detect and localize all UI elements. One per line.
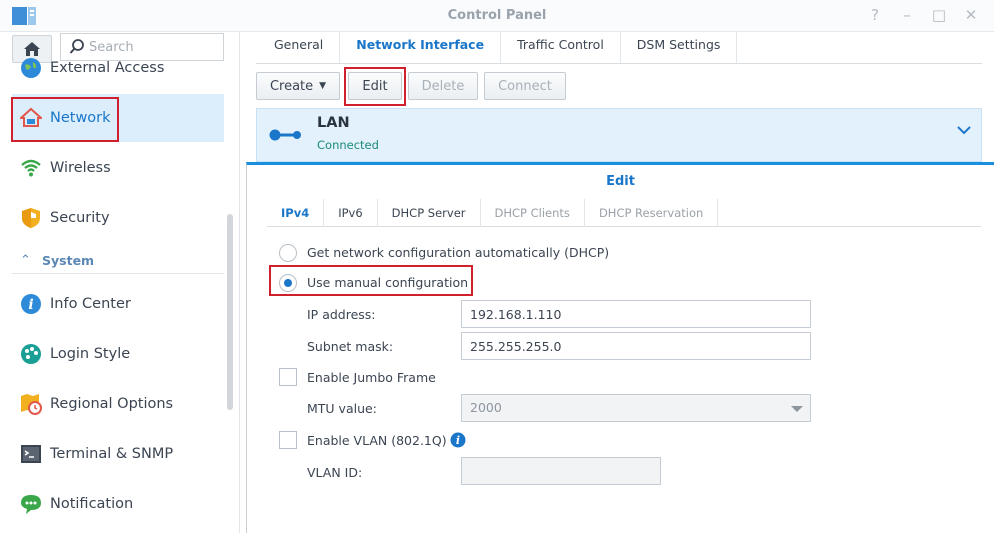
sidebar-item-label: Notification bbox=[50, 496, 134, 512]
sidebar-scrollbar[interactable] bbox=[227, 214, 233, 410]
sidebar-item-label: Security bbox=[50, 210, 110, 226]
tab-ipv4[interactable]: IPv4 bbox=[267, 199, 325, 227]
sidebar-item-label: Wireless bbox=[50, 160, 111, 176]
manual-config-radio[interactable] bbox=[279, 274, 297, 292]
tab-ipv6[interactable]: IPv6 bbox=[324, 199, 378, 227]
sidebar-item-security[interactable]: Security bbox=[12, 194, 224, 242]
edit-button[interactable]: Edit bbox=[348, 72, 402, 100]
minimize-icon[interactable]: – bbox=[898, 6, 916, 24]
vlan-id-input[interactable] bbox=[461, 457, 661, 485]
sidebar-item-login-style[interactable]: Login Style bbox=[12, 330, 224, 378]
lan-interface-row[interactable]: LAN Connected bbox=[256, 108, 982, 162]
section-label: System bbox=[42, 253, 95, 268]
palette-icon bbox=[20, 343, 42, 365]
subnet-mask-input[interactable] bbox=[461, 332, 811, 360]
sidebar-item-network[interactable]: Network bbox=[12, 94, 224, 142]
dhcp-radio[interactable] bbox=[279, 244, 297, 262]
title-bar: Control Panel ? – □ ✕ bbox=[0, 0, 994, 32]
edit-dialog: Edit IPv4 IPv6 DHCP Server DHCP Clients … bbox=[246, 162, 994, 533]
sidebar-item-label: Info Center bbox=[50, 296, 131, 312]
mtu-value-select[interactable]: 2000 bbox=[461, 394, 811, 422]
house-network-icon bbox=[20, 107, 42, 129]
tab-dhcp-server[interactable]: DHCP Server bbox=[378, 199, 481, 227]
sidebar-item-external-access[interactable]: External Access bbox=[12, 44, 224, 92]
chevron-down-icon[interactable] bbox=[957, 125, 971, 135]
maximize-icon[interactable]: □ bbox=[930, 6, 948, 24]
sidebar-item-label: External Access bbox=[50, 60, 165, 76]
vlan-checkbox[interactable] bbox=[279, 431, 297, 449]
tab-general[interactable]: General bbox=[256, 32, 341, 63]
sidebar-item-terminal-snmp[interactable]: Terminal & SNMP bbox=[12, 430, 224, 478]
chat-bubble-icon bbox=[20, 493, 42, 515]
sidebar-item-wireless[interactable]: Wireless bbox=[12, 144, 224, 192]
info-icon: i bbox=[20, 293, 42, 315]
tab-network-interface[interactable]: Network Interface bbox=[340, 32, 502, 63]
jumbo-frame-checkbox[interactable] bbox=[279, 368, 297, 386]
subnet-mask-label: Subnet mask: bbox=[307, 339, 394, 354]
ip-address-input[interactable] bbox=[461, 300, 811, 328]
mtu-value-label: MTU value: bbox=[307, 401, 377, 416]
dialog-tabs: IPv4 IPv6 DHCP Server DHCP Clients DHCP … bbox=[267, 199, 981, 227]
sidebar-item-label: Regional Options bbox=[50, 396, 174, 412]
dialog-title: Edit bbox=[606, 174, 635, 189]
sidebar-item-label: Terminal & SNMP bbox=[50, 446, 174, 462]
sidebar-item-regional-options[interactable]: Regional Options bbox=[12, 380, 224, 428]
help-icon[interactable]: ? bbox=[866, 6, 884, 24]
dhcp-option-label: Get network configuration automatically … bbox=[307, 245, 610, 260]
delete-button[interactable]: Delete bbox=[408, 72, 478, 100]
lan-name: LAN bbox=[317, 115, 350, 131]
tab-dhcp-reservation[interactable]: DHCP Reservation bbox=[585, 199, 719, 227]
create-label: Create bbox=[269, 78, 314, 94]
create-button[interactable]: Create ▼ bbox=[256, 72, 340, 100]
info-icon[interactable]: i bbox=[450, 432, 466, 448]
wifi-icon bbox=[20, 157, 42, 179]
svg-text:i: i bbox=[28, 297, 33, 313]
shield-icon bbox=[20, 207, 42, 229]
lan-status: Connected bbox=[317, 138, 379, 152]
ip-address-label: IP address: bbox=[307, 307, 376, 322]
tab-dsm-settings[interactable]: DSM Settings bbox=[621, 32, 738, 63]
main-tabs: General Network Interface Traffic Contro… bbox=[256, 32, 982, 64]
clock-map-icon bbox=[20, 393, 42, 415]
section-system[interactable]: ⌃ System bbox=[12, 250, 224, 274]
manual-option-label: Use manual configuration bbox=[307, 275, 469, 290]
svg-text:i: i bbox=[456, 434, 460, 447]
jumbo-frame-label: Enable Jumbo Frame bbox=[307, 370, 436, 385]
globe-icon bbox=[20, 57, 42, 79]
sidebar-item-label: Network bbox=[50, 110, 111, 126]
close-icon[interactable]: ✕ bbox=[962, 6, 980, 24]
tab-dhcp-clients[interactable]: DHCP Clients bbox=[481, 199, 585, 227]
sidebar: External Access Network Wireless Securit… bbox=[0, 32, 240, 533]
window-title: Control Panel bbox=[447, 8, 547, 23]
sidebar-item-notification[interactable]: Notification bbox=[12, 480, 224, 528]
vlan-id-label: VLAN ID: bbox=[307, 465, 363, 480]
dropdown-arrow-icon bbox=[791, 406, 803, 412]
sidebar-item-info-center[interactable]: i Info Center bbox=[12, 280, 224, 328]
tab-traffic-control[interactable]: Traffic Control bbox=[501, 32, 621, 63]
terminal-icon bbox=[20, 443, 42, 465]
sidebar-item-label: Login Style bbox=[50, 346, 131, 362]
connect-button[interactable]: Connect bbox=[484, 72, 566, 100]
vlan-label: Enable VLAN (802.1Q) bbox=[307, 433, 447, 448]
chevron-up-icon: ⌃ bbox=[20, 253, 31, 268]
network-connection-icon bbox=[269, 129, 301, 141]
caret-down-icon: ▼ bbox=[319, 81, 327, 91]
